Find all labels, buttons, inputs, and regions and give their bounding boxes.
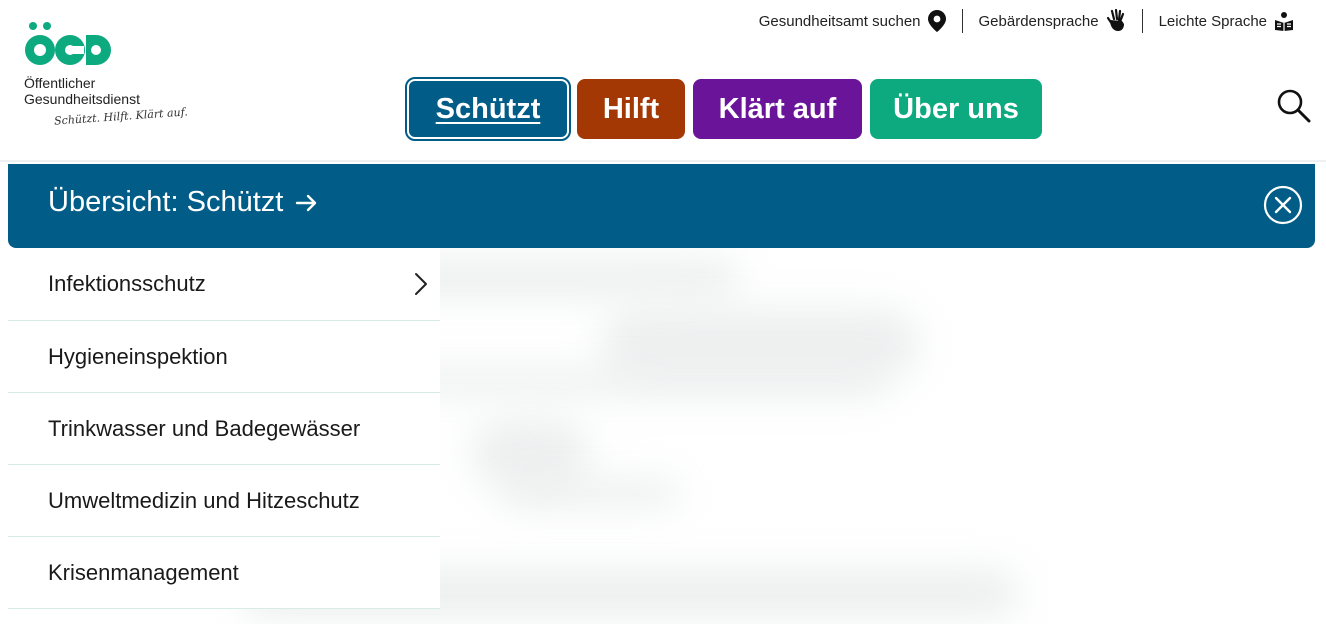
submenu-list: Infektionsschutz Hygieneinspektion Trink… [8, 248, 440, 609]
arrow-right-icon [295, 193, 319, 213]
menu-item-label: Infektionsschutz [48, 271, 206, 296]
menu-item-label: Krisenmanagement [48, 559, 239, 585]
menu-item-trinkwasser[interactable]: Trinkwasser und Badegewässer [8, 393, 440, 465]
overview-link[interactable]: Übersicht: Schützt [48, 186, 319, 219]
close-icon[interactable] [1263, 185, 1303, 225]
utility-label: Gebärdensprache [978, 12, 1099, 30]
menu-item-hygieneinspektion[interactable]: Hygieneinspektion [8, 321, 440, 393]
menu-item-umweltmedizin[interactable]: Umweltmedizin und Hitzeschutz [8, 465, 440, 537]
logo-line-2: Gesundheitsdienst [24, 91, 140, 107]
sign-language-icon [1106, 9, 1126, 33]
overview-bar: Übersicht: Schützt [8, 164, 1315, 248]
menu-item-label: Hygieneinspektion [48, 343, 228, 369]
easy-language-icon [1274, 11, 1294, 31]
menu-item-krisenmanagement[interactable]: Krisenmanagement [8, 537, 440, 609]
utility-nav: Gesundheitsamt suchen Gebärdensprache Le… [743, 8, 1306, 34]
nav-schuetzt-button[interactable]: Schützt [405, 77, 571, 141]
utility-label: Gesundheitsamt suchen [758, 12, 921, 30]
site-logo[interactable]: Öffentlicher Gesundheitsdienst Schützt. … [22, 22, 188, 132]
chevron-right-icon [414, 272, 428, 296]
menu-item-label: Umweltmedizin und Hitzeschutz [48, 487, 360, 513]
search-icon[interactable] [1276, 88, 1312, 124]
main-nav: Schützt Hilft Klärt auf Über uns [405, 77, 1042, 141]
find-health-office-link[interactable]: Gesundheitsamt suchen [743, 9, 962, 33]
oegd-logo-mark [25, 22, 111, 65]
sign-language-link[interactable]: Gebärdensprache [961, 9, 1142, 33]
logo-slogan: Schützt. Hilft. Klärt auf. [53, 105, 189, 128]
overview-label: Übersicht: Schützt [48, 186, 284, 218]
location-pin-icon [927, 10, 946, 32]
nav-klaert-auf-button[interactable]: Klärt auf [693, 79, 862, 139]
nav-hilft-button[interactable]: Hilft [577, 79, 685, 139]
nav-ueber-uns-button[interactable]: Über uns [870, 79, 1042, 139]
menu-item-label: Trinkwasser und Badegewässer [48, 415, 361, 441]
menu-item-infektionsschutz[interactable]: Infektionsschutz [8, 248, 440, 321]
easy-language-link[interactable]: Leichte Sprache [1141, 9, 1306, 33]
logo-line-1: Öffentlicher [24, 75, 96, 91]
site-header: Öffentlicher Gesundheitsdienst Schützt. … [0, 0, 1326, 162]
utility-label: Leichte Sprache [1158, 12, 1267, 30]
